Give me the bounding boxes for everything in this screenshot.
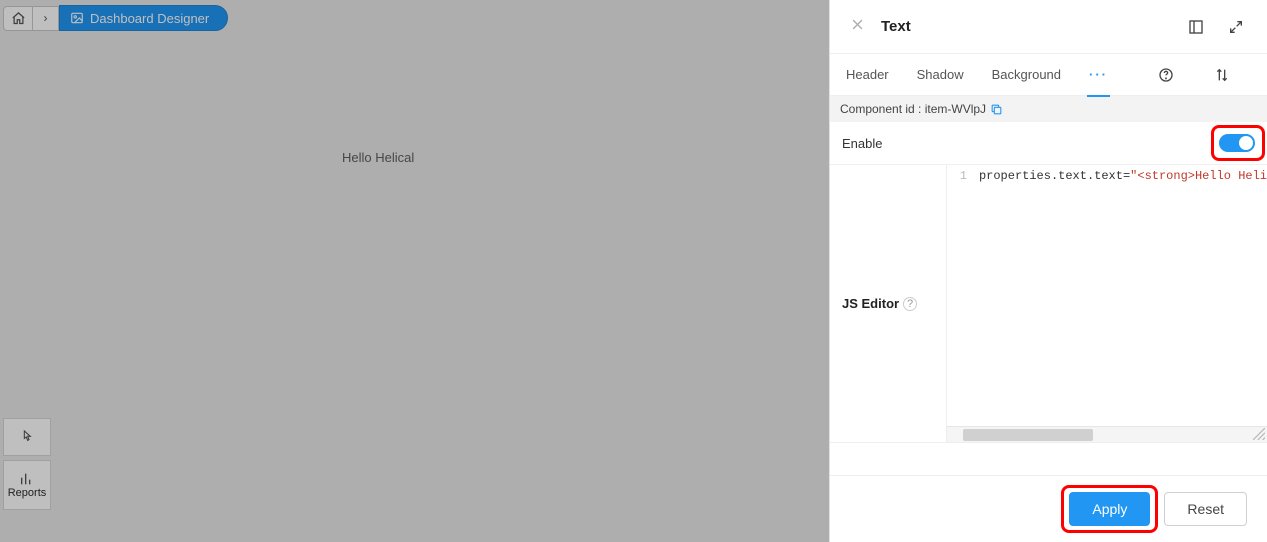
expand-button[interactable] — [1225, 19, 1247, 35]
tab-more[interactable]: ··· — [1087, 63, 1110, 86]
js-editor-label: JS Editor — [842, 296, 899, 311]
close-button[interactable] — [850, 17, 865, 37]
enable-row: Enable — [830, 122, 1267, 165]
reset-label: Reset — [1187, 501, 1224, 517]
panel-footer: Apply Reset — [830, 475, 1267, 542]
apply-label: Apply — [1092, 501, 1127, 517]
component-id-text: Component id : item-WVlpJ — [840, 102, 986, 116]
close-icon — [850, 17, 865, 32]
code-editor[interactable]: 1 properties.text.text="<strong>Hello He… — [946, 165, 1267, 442]
line-number: 1 — [947, 165, 973, 183]
editor-scrollbar[interactable] — [947, 426, 1267, 442]
apply-button[interactable]: Apply — [1069, 492, 1150, 526]
layout-button[interactable] — [1185, 19, 1207, 35]
tab-header[interactable]: Header — [844, 63, 891, 86]
expand-icon — [1228, 19, 1244, 35]
copy-id-button[interactable] — [990, 103, 1003, 116]
panel-tabs: Header Shadow Background ··· — [830, 54, 1267, 96]
panel-title: Text — [881, 18, 911, 35]
properties-panel: Text Header Shadow Background ··· — [829, 0, 1267, 542]
help-icon — [1158, 67, 1174, 83]
tab-shadow[interactable]: Shadow — [915, 63, 966, 86]
help-button[interactable] — [1158, 67, 1174, 83]
toggle-knob — [1239, 136, 1253, 150]
enable-label: Enable — [842, 136, 1219, 151]
reset-button[interactable]: Reset — [1164, 492, 1247, 526]
copy-icon — [990, 103, 1003, 116]
enable-toggle[interactable] — [1219, 134, 1255, 152]
resize-grip-icon[interactable] — [1253, 428, 1265, 440]
js-editor-row: JS Editor ? 1 properties.text.text="<str… — [830, 165, 1267, 443]
sort-icon — [1214, 67, 1230, 83]
tab-background[interactable]: Background — [990, 63, 1063, 86]
layout-icon — [1188, 19, 1204, 35]
component-id-row: Component id : item-WVlpJ — [830, 96, 1267, 122]
code-string: "<strong>Hello Heli — [1130, 169, 1267, 183]
code-prefix: properties.text.text= — [979, 169, 1130, 183]
sort-button[interactable] — [1214, 67, 1230, 83]
panel-header: Text — [830, 0, 1267, 54]
js-editor-help[interactable]: ? — [903, 297, 917, 311]
scrollbar-thumb[interactable] — [963, 429, 1093, 441]
